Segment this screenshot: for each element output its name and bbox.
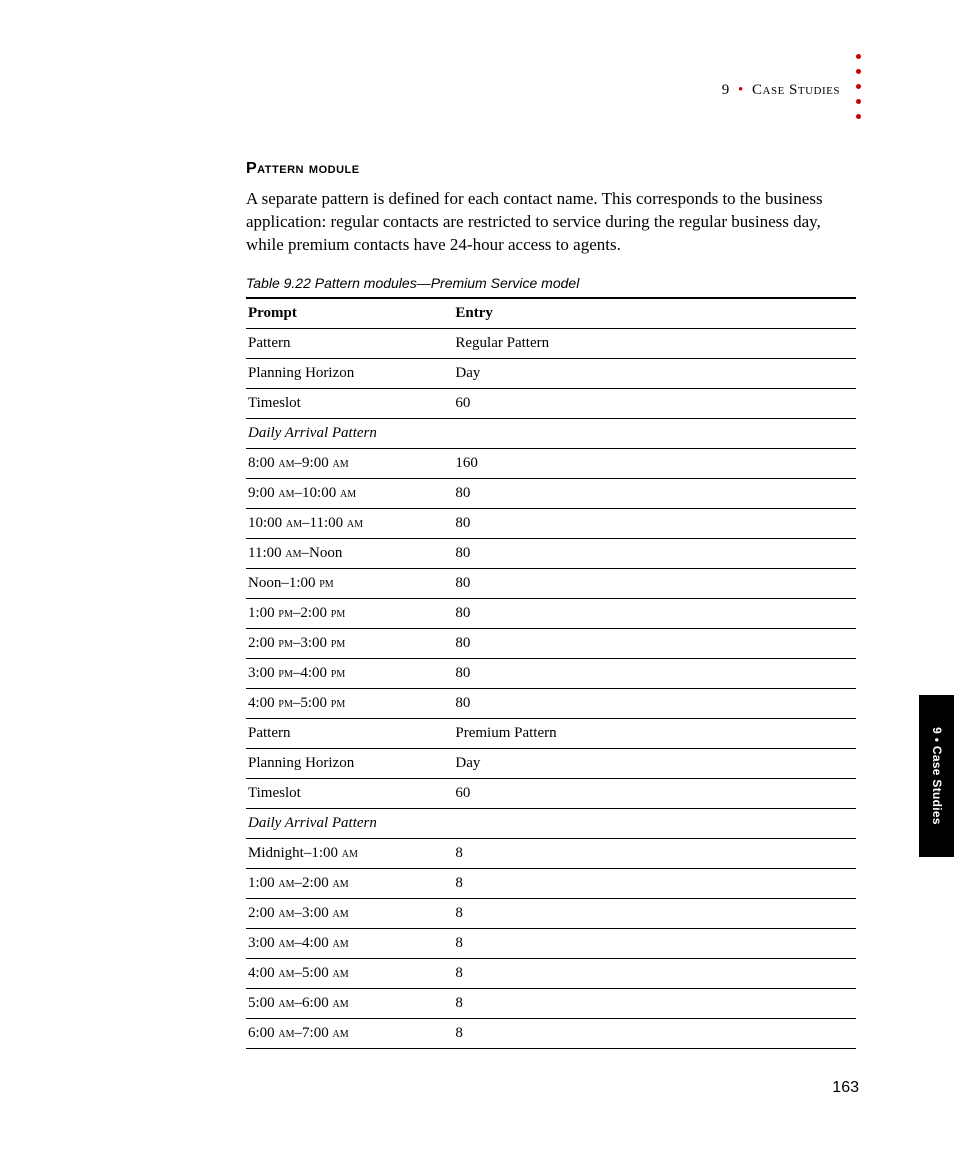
cell-entry: Day <box>453 748 856 778</box>
side-tab: 9 • Case Studies <box>919 695 954 857</box>
table-row: Daily Arrival Pattern <box>246 418 856 448</box>
cell-entry: 80 <box>453 538 856 568</box>
page-number: 163 <box>832 1079 859 1097</box>
cell-prompt: Daily Arrival Pattern <box>246 808 453 838</box>
col-header-entry: Entry <box>453 298 856 329</box>
table-row: Planning HorizonDay <box>246 748 856 778</box>
table-row: 1:00 pm–2:00 pm80 <box>246 598 856 628</box>
table-row: 8:00 am–9:00 am160 <box>246 448 856 478</box>
cell-prompt: 2:00 pm–3:00 pm <box>246 628 453 658</box>
cell-entry <box>453 808 856 838</box>
section-paragraph: A separate pattern is defined for each c… <box>246 188 856 257</box>
col-header-prompt: Prompt <box>246 298 453 329</box>
cell-entry: 80 <box>453 688 856 718</box>
cell-entry: 8 <box>453 838 856 868</box>
table-row: Noon–1:00 pm80 <box>246 568 856 598</box>
cell-prompt: Planning Horizon <box>246 748 453 778</box>
cell-entry: 80 <box>453 658 856 688</box>
table-row: 2:00 pm–3:00 pm80 <box>246 628 856 658</box>
bullet-separator: • <box>734 82 748 98</box>
decorative-dots <box>856 54 861 119</box>
cell-entry: 8 <box>453 928 856 958</box>
table-caption: Table 9.22 Pattern modules—Premium Servi… <box>246 275 856 291</box>
table-row: Planning HorizonDay <box>246 358 856 388</box>
table-row: 3:00 am–4:00 am8 <box>246 928 856 958</box>
cell-prompt: 3:00 pm–4:00 pm <box>246 658 453 688</box>
cell-entry: 80 <box>453 478 856 508</box>
table-row: Timeslot60 <box>246 388 856 418</box>
cell-entry: Regular Pattern <box>453 328 856 358</box>
table-row: 9:00 am–10:00 am80 <box>246 478 856 508</box>
cell-prompt: 8:00 am–9:00 am <box>246 448 453 478</box>
cell-prompt: 2:00 am–3:00 am <box>246 898 453 928</box>
cell-entry: 60 <box>453 778 856 808</box>
cell-entry: 8 <box>453 898 856 928</box>
table-row: 4:00 pm–5:00 pm80 <box>246 688 856 718</box>
cell-entry: 8 <box>453 868 856 898</box>
pattern-table: Prompt Entry PatternRegular PatternPlann… <box>246 297 856 1049</box>
side-tab-text: 9 • Case Studies <box>930 727 944 825</box>
cell-prompt: 1:00 pm–2:00 pm <box>246 598 453 628</box>
table-row: 6:00 am–7:00 am8 <box>246 1018 856 1048</box>
cell-prompt: Pattern <box>246 328 453 358</box>
cell-entry: 80 <box>453 598 856 628</box>
table-row: 10:00 am–11:00 am80 <box>246 508 856 538</box>
table-row: Midnight–1:00 am8 <box>246 838 856 868</box>
cell-prompt: Timeslot <box>246 778 453 808</box>
table-row: Daily Arrival Pattern <box>246 808 856 838</box>
cell-prompt: 6:00 am–7:00 am <box>246 1018 453 1048</box>
cell-prompt: 9:00 am–10:00 am <box>246 478 453 508</box>
cell-prompt: 4:00 pm–5:00 pm <box>246 688 453 718</box>
table-row: PatternRegular Pattern <box>246 328 856 358</box>
chapter-number: 9 <box>722 82 730 98</box>
table-row: 2:00 am–3:00 am8 <box>246 898 856 928</box>
table-row: 1:00 am–2:00 am8 <box>246 868 856 898</box>
cell-prompt: Pattern <box>246 718 453 748</box>
cell-prompt: Midnight–1:00 am <box>246 838 453 868</box>
cell-prompt: 4:00 am–5:00 am <box>246 958 453 988</box>
cell-entry: 8 <box>453 1018 856 1048</box>
cell-prompt: 10:00 am–11:00 am <box>246 508 453 538</box>
cell-prompt: Noon–1:00 pm <box>246 568 453 598</box>
cell-prompt: Daily Arrival Pattern <box>246 418 453 448</box>
cell-entry: 80 <box>453 568 856 598</box>
table-row: PatternPremium Pattern <box>246 718 856 748</box>
table-row: 11:00 am–Noon80 <box>246 538 856 568</box>
cell-entry: Day <box>453 358 856 388</box>
table-row: 5:00 am–6:00 am8 <box>246 988 856 1018</box>
table-row: 4:00 am–5:00 am8 <box>246 958 856 988</box>
cell-prompt: 5:00 am–6:00 am <box>246 988 453 1018</box>
table-row: 3:00 pm–4:00 pm80 <box>246 658 856 688</box>
cell-entry <box>453 418 856 448</box>
cell-entry: 160 <box>453 448 856 478</box>
cell-prompt: 3:00 am–4:00 am <box>246 928 453 958</box>
table-row: Timeslot60 <box>246 778 856 808</box>
section-title: Pattern module <box>246 160 856 178</box>
cell-entry: 80 <box>453 628 856 658</box>
cell-prompt: Planning Horizon <box>246 358 453 388</box>
running-head: 9 • Case Studies <box>722 82 840 99</box>
cell-prompt: 11:00 am–Noon <box>246 538 453 568</box>
cell-entry: 80 <box>453 508 856 538</box>
cell-entry: 60 <box>453 388 856 418</box>
cell-prompt: Timeslot <box>246 388 453 418</box>
cell-prompt: 1:00 am–2:00 am <box>246 868 453 898</box>
cell-entry: Premium Pattern <box>453 718 856 748</box>
cell-entry: 8 <box>453 988 856 1018</box>
chapter-title: Case Studies <box>752 82 840 98</box>
cell-entry: 8 <box>453 958 856 988</box>
